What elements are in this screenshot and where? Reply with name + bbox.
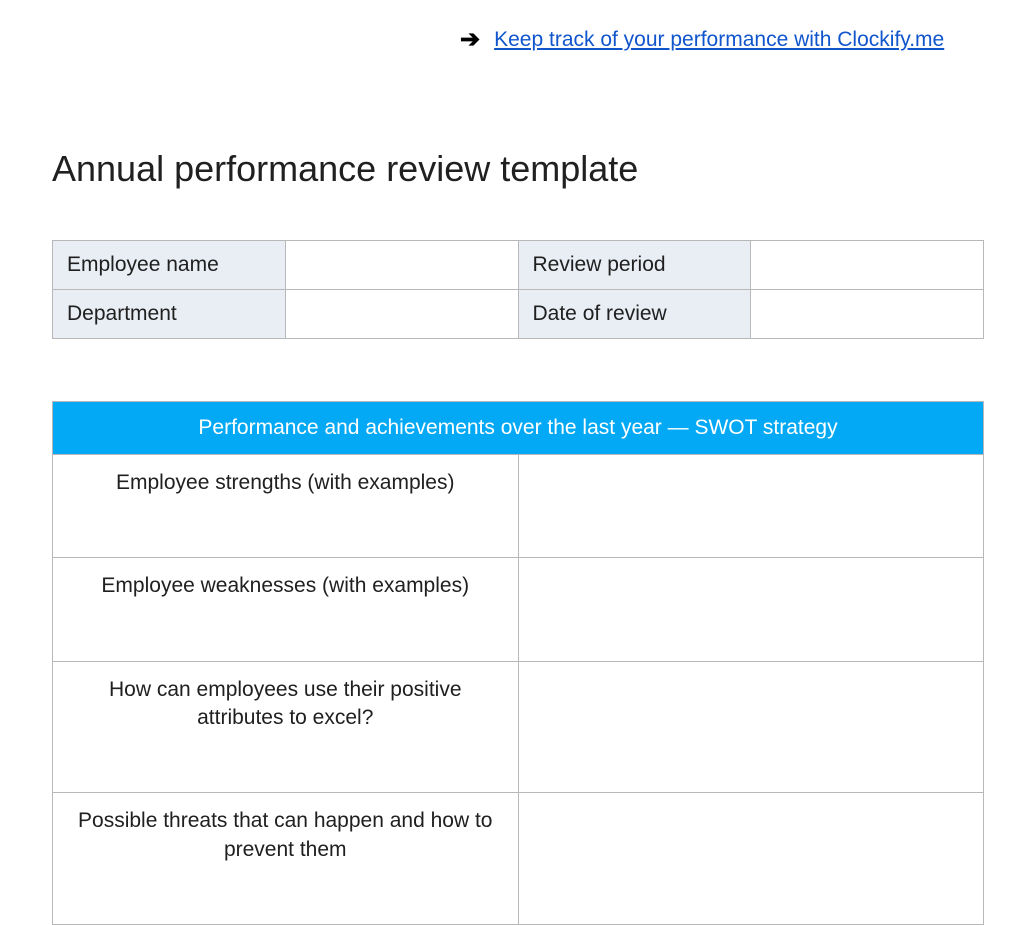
- date-of-review-label: Date of review: [518, 290, 751, 339]
- table-row: Employee strengths (with examples): [53, 455, 984, 558]
- table-row: Possible threats that can happen and how…: [53, 793, 984, 925]
- swot-threats-value[interactable]: [518, 793, 984, 925]
- employee-name-label: Employee name: [53, 241, 286, 290]
- swot-table: Performance and achievements over the la…: [52, 401, 984, 925]
- swot-header-row: Performance and achievements over the la…: [53, 402, 984, 455]
- page-content: Annual performance review template Emplo…: [0, 148, 1036, 925]
- employee-name-value[interactable]: [285, 241, 518, 290]
- table-row: Employee weaknesses (with examples): [53, 558, 984, 661]
- swot-strengths-value[interactable]: [518, 455, 984, 558]
- table-row: Employee name Review period: [53, 241, 984, 290]
- top-link-row: ➔ Keep track of your performance with Cl…: [460, 0, 1036, 52]
- employee-info-table: Employee name Review period Department D…: [52, 240, 984, 339]
- department-label: Department: [53, 290, 286, 339]
- table-row: How can employees use their positive att…: [53, 661, 984, 793]
- swot-positive-attributes-value[interactable]: [518, 661, 984, 793]
- table-row: Department Date of review: [53, 290, 984, 339]
- swot-threats-label: Possible threats that can happen and how…: [53, 793, 519, 925]
- page-title: Annual performance review template: [52, 148, 984, 190]
- department-value[interactable]: [285, 290, 518, 339]
- swot-positive-attributes-label: How can employees use their positive att…: [53, 661, 519, 793]
- review-period-label: Review period: [518, 241, 751, 290]
- swot-header: Performance and achievements over the la…: [53, 402, 984, 455]
- date-of-review-value[interactable]: [751, 290, 984, 339]
- swot-weaknesses-value[interactable]: [518, 558, 984, 661]
- arrow-right-icon: ➔: [460, 28, 480, 52]
- review-period-value[interactable]: [751, 241, 984, 290]
- swot-weaknesses-label: Employee weaknesses (with examples): [53, 558, 519, 661]
- clockify-link[interactable]: Keep track of your performance with Cloc…: [494, 28, 944, 52]
- swot-strengths-label: Employee strengths (with examples): [53, 455, 519, 558]
